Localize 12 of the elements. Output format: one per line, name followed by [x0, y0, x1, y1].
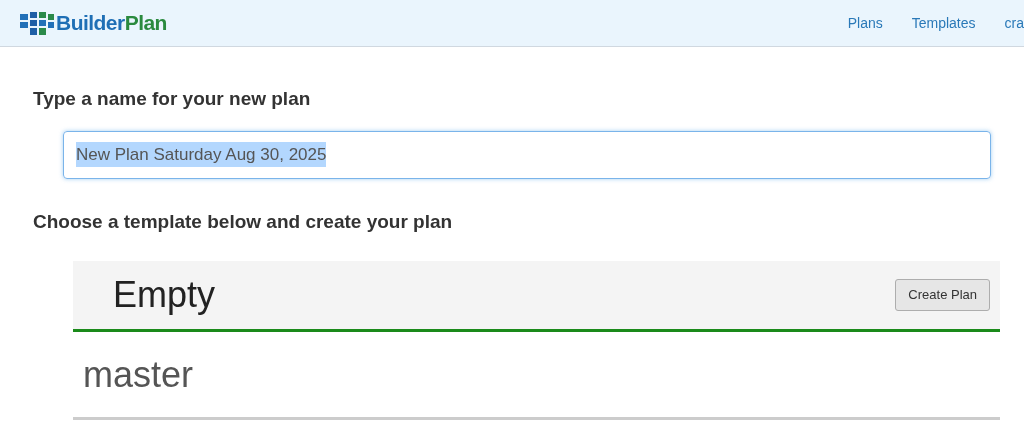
create-plan-button[interactable]: Create Plan	[895, 279, 990, 311]
section-heading: Choose a template below and create your plan	[33, 209, 454, 234]
template-row[interactable]: Empty Create Plan	[73, 261, 1000, 332]
section-heading: Type a name for your new plan	[33, 87, 312, 111]
logo-icon	[20, 10, 54, 36]
template-name: master	[83, 352, 194, 397]
logo-text: BuilderPlan	[56, 10, 167, 37]
nav-link[interactable]: cra	[1004, 12, 1024, 34]
input-field[interactable]: New Plan Saturday Aug 30, 2025	[63, 130, 991, 179]
nav-link[interactable]: Plans	[847, 12, 883, 34]
template-name: Empty	[113, 273, 216, 317]
nav-link[interactable]: Templates	[911, 12, 976, 34]
